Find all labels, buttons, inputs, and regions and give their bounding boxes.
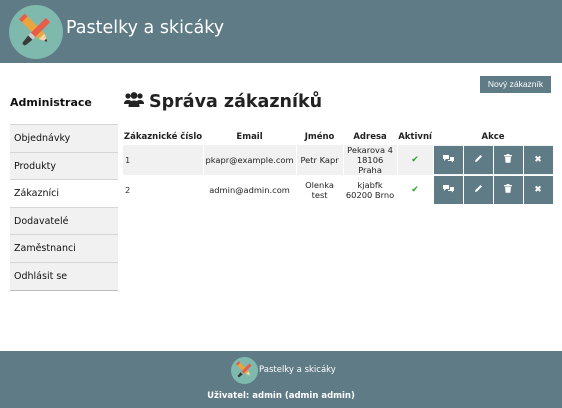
users-icon — [123, 91, 145, 113]
comments-button[interactable] — [433, 146, 463, 174]
trash-icon — [504, 154, 513, 166]
customers-table: Zákaznické číslo Email Jméno Adresa Akti… — [123, 128, 554, 204]
customer-email: admin@admin.com — [203, 175, 297, 204]
comments-icon — [442, 154, 454, 166]
address-line2: 60200 Brno — [345, 189, 395, 200]
edit-button[interactable] — [463, 175, 493, 204]
sidebar-title: Administrace — [10, 96, 92, 109]
customer-address: kjabfk 60200 Brno — [343, 175, 398, 204]
customer-name: Olenka test — [296, 175, 344, 204]
sidebar-item-suppliers[interactable]: Dodavatelé — [10, 206, 118, 235]
header-email: Email — [236, 131, 263, 142]
close-icon: ✖ — [534, 155, 542, 165]
table-row: 1 pkapr@example.com Petr Kapr Pekarova 4… — [123, 145, 554, 175]
pencil-icon — [474, 154, 483, 166]
sidebar-item-customers[interactable]: Zákazníci — [10, 179, 118, 207]
pencil-icon — [474, 184, 483, 196]
new-customer-button[interactable]: Nový zákazník — [480, 76, 551, 93]
header-customer-number: Zákaznické číslo — [123, 131, 203, 142]
page-heading: Správa zákazníků — [123, 89, 322, 115]
customer-name: Petr Kapr — [296, 145, 344, 175]
header-active: Aktivní — [398, 131, 432, 142]
customer-address: Pekarova 4 18106 Praha — [343, 145, 398, 175]
table-row: 2 admin@admin.com Olenka test kjabfk 602… — [123, 175, 554, 204]
pencil-brush-logo[interactable] — [9, 5, 63, 59]
header-name: Jméno — [304, 131, 335, 142]
sidebar-nav: Objednávky Produkty Zákazníci Dodavatelé… — [10, 124, 118, 291]
customer-id: 2 — [123, 175, 204, 204]
trash-icon — [504, 183, 513, 196]
delete-button[interactable] — [493, 146, 523, 174]
comments-button[interactable] — [433, 175, 463, 204]
header: Pastelky a skicáky — [0, 0, 562, 63]
edit-button[interactable] — [463, 146, 493, 174]
page-title: Správa zákazníků — [149, 92, 323, 112]
footer: Pastelky a skicáky Uživatel: admin (admi… — [0, 351, 562, 408]
sidebar-item-orders[interactable]: Objednávky — [10, 124, 118, 152]
header-actions: Akce — [481, 131, 505, 142]
deactivate-button[interactable]: ✖ — [523, 146, 553, 174]
sidebar-item-products[interactable]: Produkty — [10, 151, 118, 180]
sidebar-item-logout[interactable]: Odhlásit se — [10, 261, 118, 290]
customer-email: pkapr@example.com — [203, 145, 297, 175]
close-icon: ✖ — [534, 184, 542, 195]
address-line1: Pekarova 4 — [347, 145, 393, 155]
header-address: Adresa — [353, 131, 387, 142]
app-title[interactable]: Pastelky a skicáky — [66, 18, 224, 38]
check-icon: ✔ — [397, 145, 434, 175]
comments-icon — [442, 184, 454, 196]
address-line2: 18106 Praha — [356, 155, 384, 175]
check-icon: ✔ — [397, 175, 434, 204]
delete-button[interactable] — [493, 175, 523, 204]
footer-title: Pastelky a skicáky — [259, 365, 336, 375]
sidebar-item-employees[interactable]: Zaměstnanci — [10, 234, 118, 262]
pencil-brush-logo — [231, 357, 258, 384]
footer-user-info: Uživatel: admin (admin admin) — [207, 391, 355, 401]
address-line1: kjabfk — [357, 179, 383, 190]
deactivate-button[interactable]: ✖ — [523, 175, 553, 204]
customer-id: 1 — [123, 145, 204, 175]
